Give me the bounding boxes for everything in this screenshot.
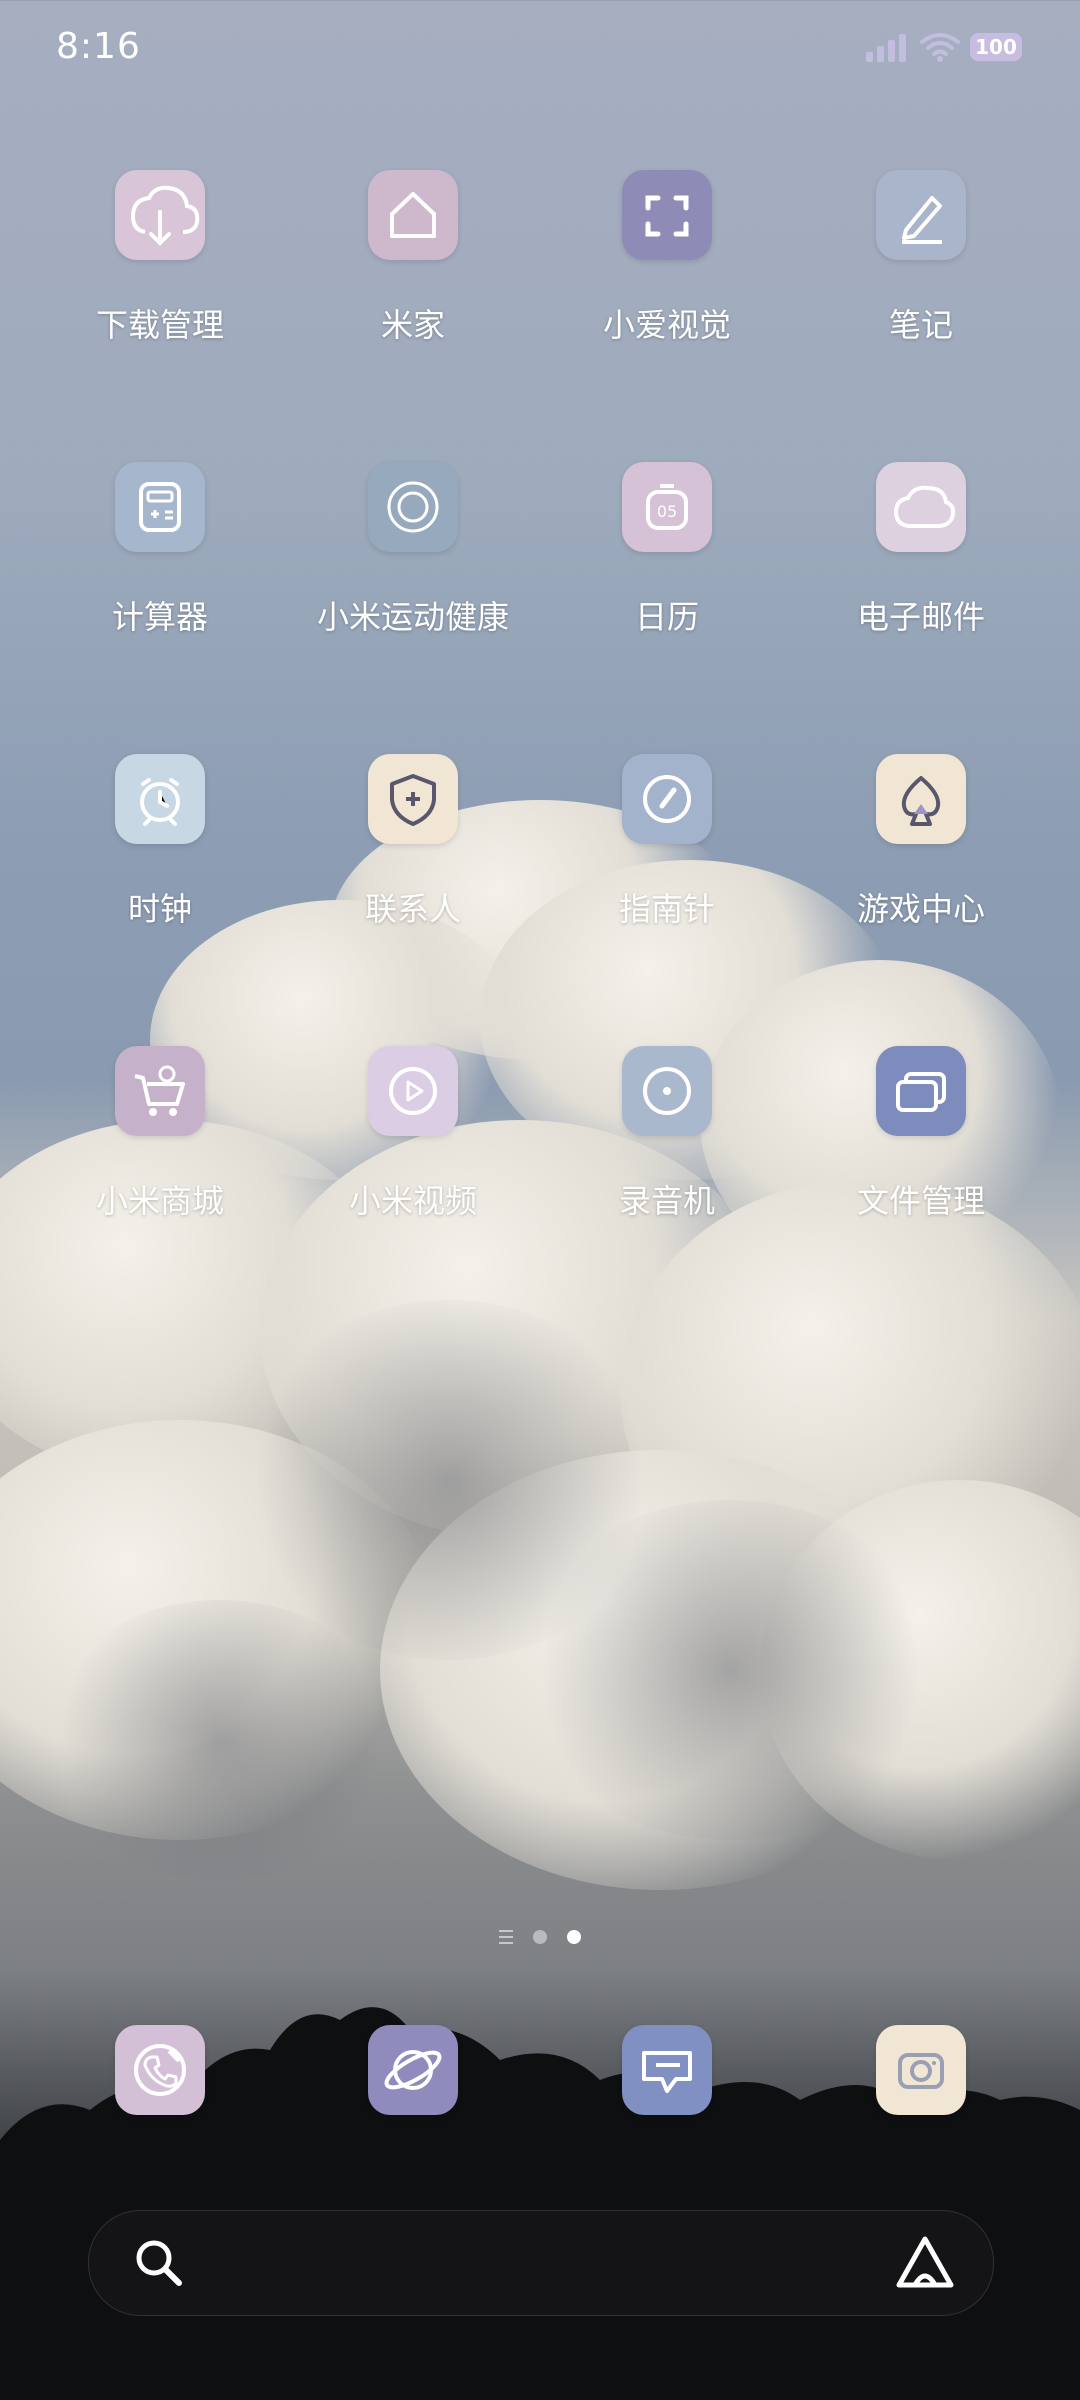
app-label: 电子邮件 xyxy=(856,598,985,636)
battery-indicator: 100 xyxy=(970,33,1022,61)
app-label: 联系人 xyxy=(364,890,461,928)
app-icon-tile[interactable] xyxy=(115,170,205,260)
page-indicator xyxy=(0,1930,1080,1944)
app-label: 米家 xyxy=(380,306,445,344)
record-icon xyxy=(643,1067,691,1115)
dock-app-messages[interactable] xyxy=(540,2025,794,2115)
shield-plus-icon xyxy=(390,774,436,826)
calculator-icon xyxy=(139,482,181,532)
signal-icon xyxy=(866,34,906,62)
app-label: 小米视频 xyxy=(348,1182,477,1220)
app-icon-tile[interactable] xyxy=(368,462,458,552)
app-compass[interactable]: 指南针 xyxy=(540,754,794,930)
pen-icon xyxy=(902,196,942,244)
app-label: 指南针 xyxy=(618,890,715,928)
dock-icon-tile[interactable] xyxy=(115,2025,205,2115)
assistant-icon[interactable] xyxy=(893,2233,957,2293)
app-icon-tile[interactable] xyxy=(368,754,458,844)
app-shield-plus[interactable]: 联系人 xyxy=(286,754,540,930)
spade-icon xyxy=(901,776,941,826)
app-label: 时钟 xyxy=(127,890,192,928)
rings-icon xyxy=(387,481,439,533)
app-icon-tile[interactable] xyxy=(876,1046,966,1136)
app-icon-tile[interactable] xyxy=(368,1046,458,1136)
dock xyxy=(0,2025,1080,2115)
app-spade[interactable]: 游戏中心 xyxy=(794,754,1048,930)
svg-text:05: 05 xyxy=(657,502,677,521)
search-bar[interactable] xyxy=(88,2210,994,2316)
app-play[interactable]: 小米视频 xyxy=(286,1046,540,1222)
app-label: 小爱视觉 xyxy=(602,306,731,344)
app-calendar[interactable]: 05 日历 xyxy=(540,462,794,638)
app-alarm-clock[interactable]: 时钟 xyxy=(33,754,287,930)
app-cart[interactable]: 小米商城 xyxy=(33,1046,287,1222)
message-icon xyxy=(642,2051,692,2093)
scan-icon xyxy=(645,195,689,237)
page-list-icon[interactable] xyxy=(499,1930,513,1944)
app-icon-tile[interactable] xyxy=(368,170,458,260)
app-icon-tile[interactable] xyxy=(876,754,966,844)
app-scan[interactable]: 小爱视觉 xyxy=(540,170,794,346)
cart-icon xyxy=(134,1065,185,1116)
search-icon[interactable] xyxy=(131,2235,187,2291)
play-icon xyxy=(389,1067,437,1115)
app-record[interactable]: 录音机 xyxy=(540,1046,794,1222)
compass-icon xyxy=(643,775,691,823)
app-home[interactable]: 米家 xyxy=(286,170,540,346)
app-label: 下载管理 xyxy=(95,306,224,344)
app-folder[interactable]: 文件管理 xyxy=(794,1046,1048,1222)
app-pen[interactable]: 笔记 xyxy=(794,170,1048,346)
planet-icon xyxy=(384,2050,442,2090)
app-label: 日历 xyxy=(634,598,699,636)
folder-icon xyxy=(896,1072,946,1112)
app-calculator[interactable]: 计算器 xyxy=(33,462,287,638)
camera-icon xyxy=(898,2053,944,2089)
app-icon-tile[interactable] xyxy=(622,1046,712,1136)
dock-app-browser[interactable] xyxy=(286,2025,540,2115)
phone-icon xyxy=(134,2044,186,2096)
page-dot-1[interactable] xyxy=(533,1930,547,1944)
app-icon-tile[interactable] xyxy=(115,1046,205,1136)
status-icons: 100 xyxy=(866,32,1022,62)
app-icon-tile[interactable] xyxy=(876,462,966,552)
app-rings[interactable]: 小米运动健康 xyxy=(286,462,540,638)
clock-time: 8:16 xyxy=(56,26,141,67)
dock-icon-tile[interactable] xyxy=(622,2025,712,2115)
dock-icon-tile[interactable] xyxy=(368,2025,458,2115)
dock-app-phone[interactable] xyxy=(33,2025,287,2115)
app-label: 小米商城 xyxy=(95,1182,224,1220)
calendar-icon: 05 xyxy=(646,484,688,530)
app-label: 计算器 xyxy=(111,598,208,636)
app-label: 小米运动健康 xyxy=(316,598,509,636)
app-label: 录音机 xyxy=(618,1182,715,1220)
app-icon-tile[interactable] xyxy=(876,170,966,260)
app-download[interactable]: 下载管理 xyxy=(33,170,287,346)
app-label: 笔记 xyxy=(888,306,953,344)
app-label: 文件管理 xyxy=(856,1182,985,1220)
app-icon-tile[interactable] xyxy=(115,754,205,844)
mail-cloud-icon xyxy=(893,485,956,528)
app-label: 游戏中心 xyxy=(856,890,985,928)
home-icon xyxy=(390,192,436,238)
alarm-clock-icon xyxy=(140,778,180,826)
app-icon-tile[interactable] xyxy=(115,462,205,552)
dock-icon-tile[interactable] xyxy=(876,2025,966,2115)
download-icon xyxy=(130,185,200,246)
wifi-icon xyxy=(920,33,960,62)
page-dot-2[interactable] xyxy=(567,1930,581,1944)
status-bar: 8:16 100 xyxy=(0,0,1080,100)
dock-app-camera[interactable] xyxy=(794,2025,1048,2115)
app-mail-cloud[interactable]: 电子邮件 xyxy=(794,462,1048,638)
app-icon-tile[interactable]: 05 xyxy=(622,462,712,552)
app-icon-tile[interactable] xyxy=(622,170,712,260)
app-icon-tile[interactable] xyxy=(622,754,712,844)
